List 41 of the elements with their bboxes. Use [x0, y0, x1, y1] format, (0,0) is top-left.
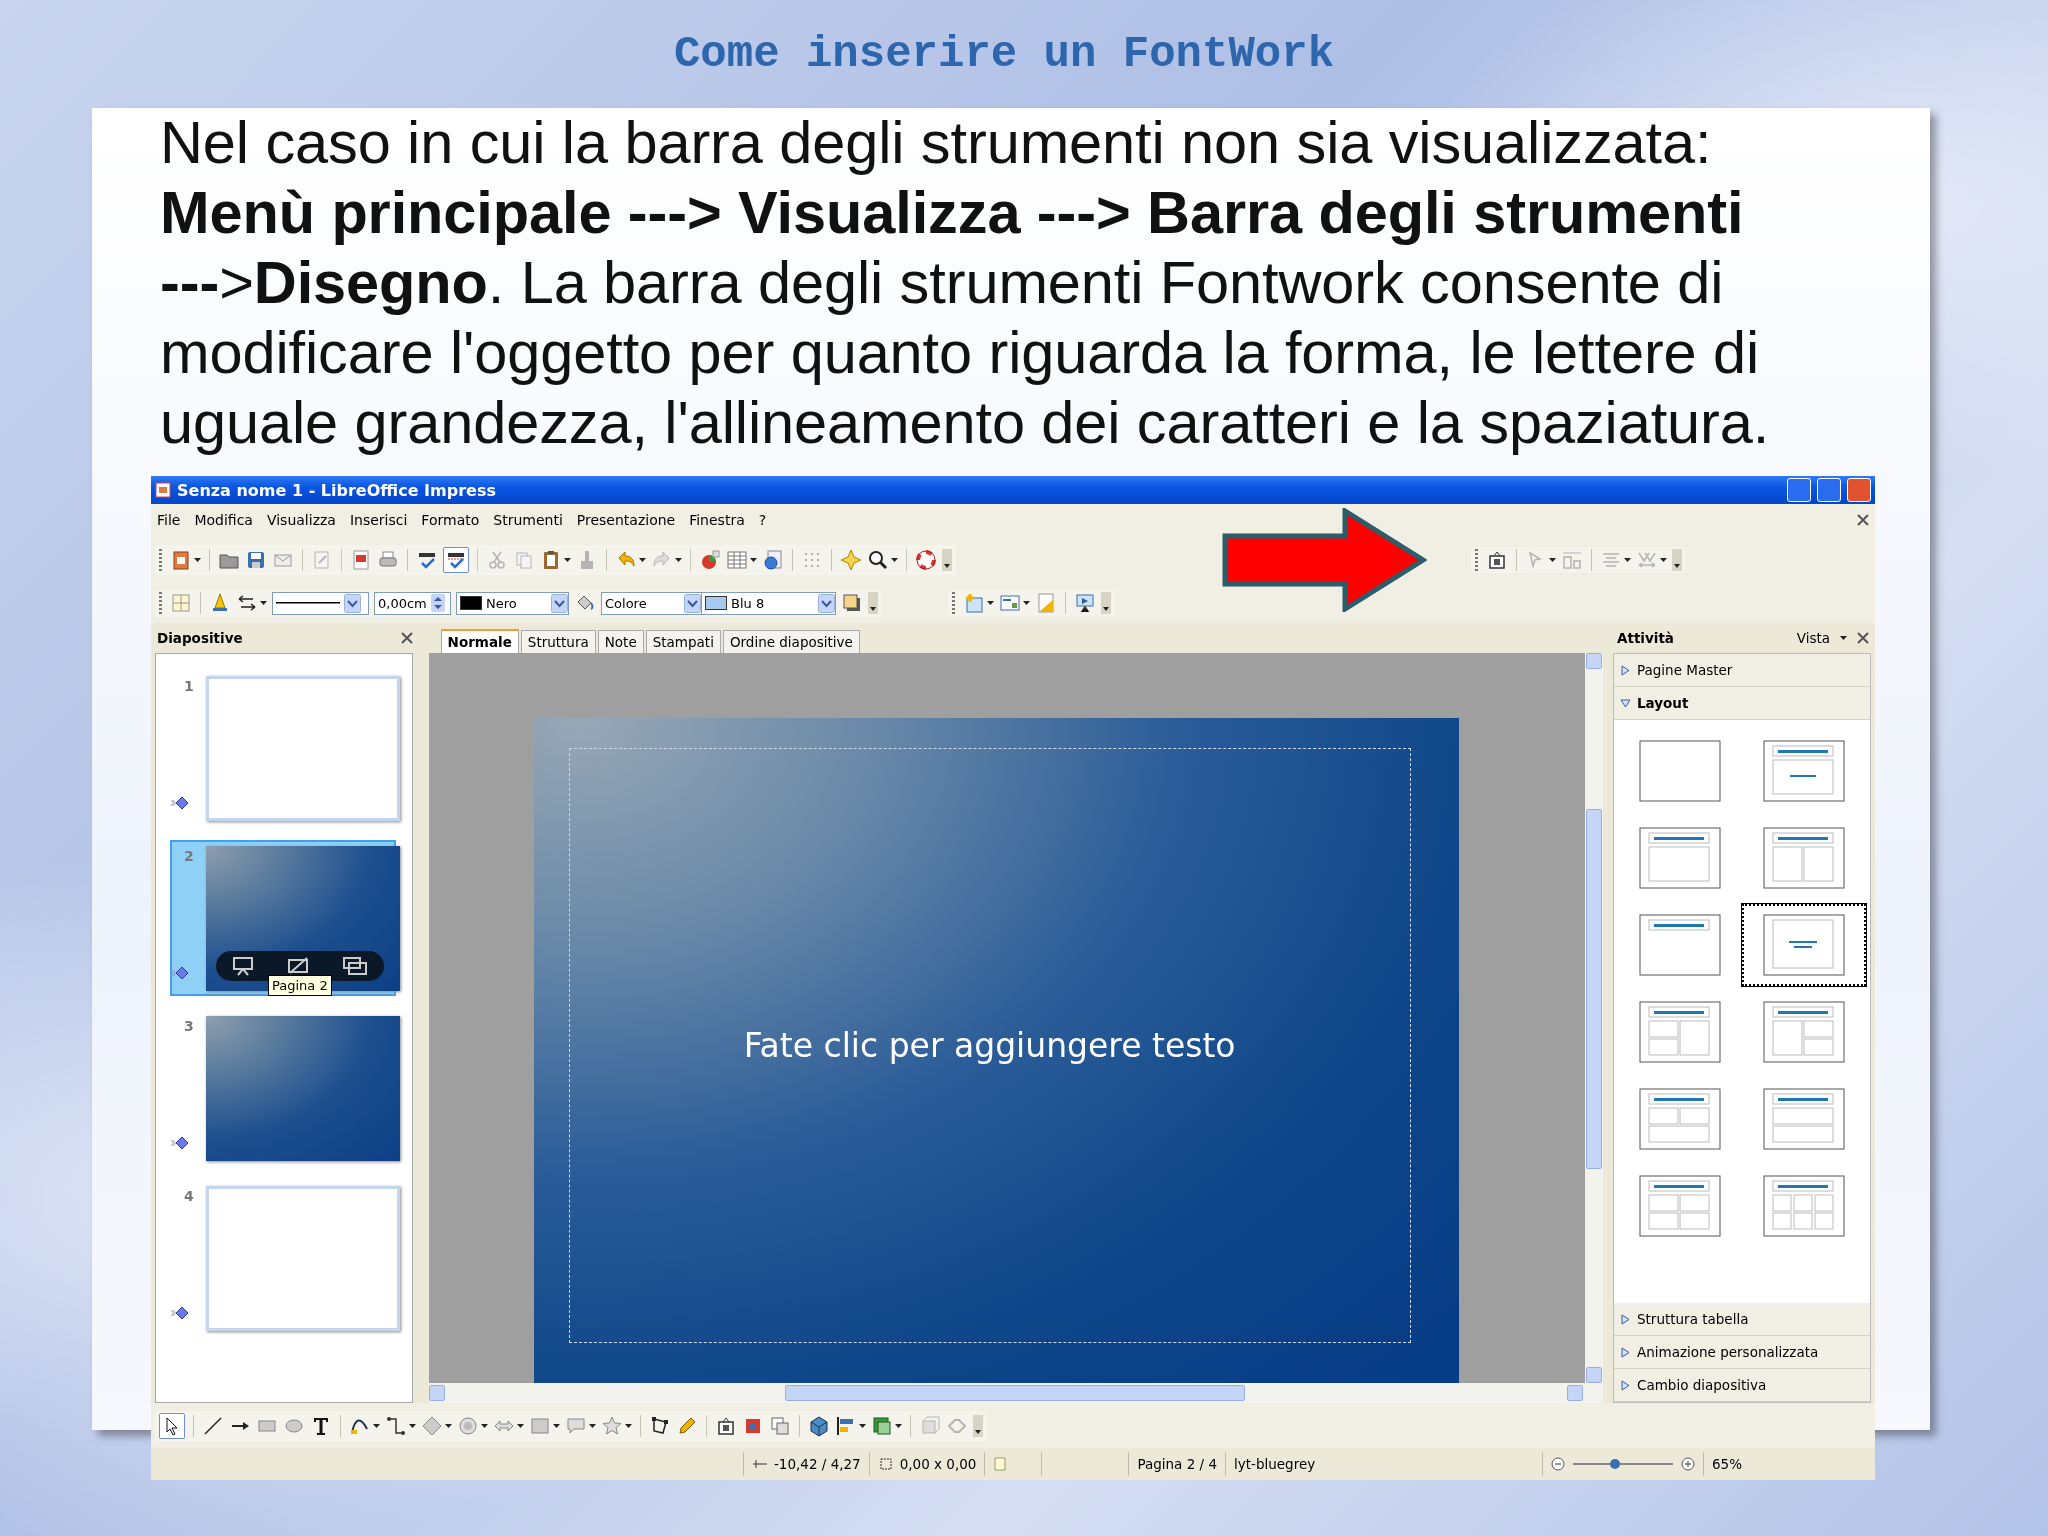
menu-item[interactable]: Presentazione — [576, 512, 676, 528]
menu-item[interactable]: File — [157, 512, 181, 528]
slide-title: Come inserire un FontWork — [673, 29, 1335, 79]
menu-item[interactable]: Inserisci — [349, 512, 408, 528]
section-header[interactable]: Pagine Master — [1614, 654, 1870, 687]
view-tab[interactable]: Stampati — [645, 630, 721, 653]
panel-title: Attività — [1617, 630, 1674, 646]
menu-item[interactable]: Formato — [421, 512, 480, 528]
slide-number: 4 — [184, 1188, 194, 1204]
view-tab[interactable]: Struttura — [520, 630, 596, 653]
menu-item[interactable]: Visualizza — [266, 512, 336, 528]
line-color-dropdown[interactable]: Nero — [456, 591, 569, 615]
object-size: 0,00 x 0,00 — [899, 1456, 977, 1472]
master-name: lyt-bluegrey — [1234, 1456, 1316, 1472]
section-header[interactable]: Cambio diapositiva — [1614, 1369, 1870, 1402]
view-tab[interactable]: Normale — [440, 629, 519, 653]
area-style-dropdown[interactable]: Colore — [601, 591, 702, 615]
zoom-level: 65% — [1712, 1456, 1742, 1472]
text-placeholder[interactable]: Fate clic per aggiungere testo — [568, 748, 1411, 1343]
tooltip: Pagina 2 — [268, 975, 332, 996]
slide-number: 1 — [184, 678, 194, 694]
placeholder-text: Fate clic per aggiungere testo — [743, 1026, 1236, 1065]
cursor-position: -10,42 / 4,27 — [774, 1456, 861, 1472]
instruction-text: Nel caso in cui la barra degli strumenti non sia visualizzata: Menù principale ---> Visualizza ---> Barra degli strumenti --->Disegno. La barra degli strumenti Fontwork consente di modificare l'oggetto per quanto riguarda la forma, le lettere di uguale grandezza, l'allineamento dei caratteri e la spaziatura. — [159, 108, 1771, 458]
panel-title: Diapositive — [157, 630, 243, 646]
page-indicator: Pagina 2 / 4 — [1137, 1456, 1217, 1472]
menu-item[interactable]: Strumenti — [493, 512, 563, 528]
menu-item[interactable]: ? — [758, 512, 767, 528]
line-width-field[interactable]: 0,00cm — [374, 591, 451, 615]
window-title: Senza nome 1 - LibreOffice Impress — [177, 480, 497, 500]
section-header[interactable]: Layout — [1614, 687, 1870, 720]
view-tab[interactable]: Note — [597, 630, 644, 653]
area-color-dropdown[interactable]: Blu 8 — [701, 591, 836, 615]
view-tab[interactable]: Ordine diapositive — [722, 630, 860, 653]
menu-item[interactable]: Finestra — [689, 512, 745, 528]
section-header[interactable]: Animazione personalizzata — [1614, 1336, 1870, 1369]
slide-number: 3 — [184, 1018, 194, 1034]
slide-number: 2 — [184, 848, 194, 864]
section-header[interactable]: Struttura tabella — [1614, 1303, 1870, 1336]
menu-item[interactable]: Modifica — [194, 512, 253, 528]
view-menu[interactable]: Vista — [1796, 630, 1830, 646]
